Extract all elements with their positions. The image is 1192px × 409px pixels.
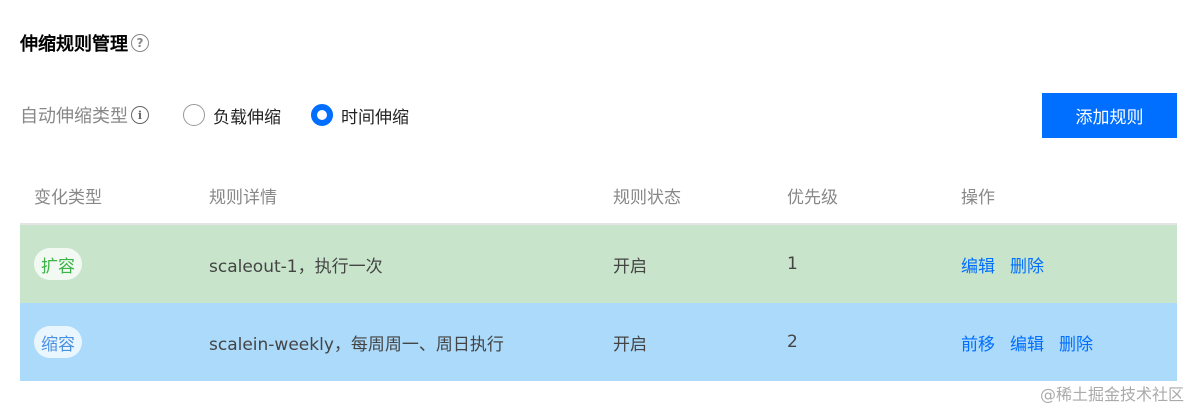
header-priority: 优先级 — [787, 188, 838, 208]
add-rule-button[interactable]: 添加规则 — [1042, 93, 1177, 138]
header-actions: 操作 — [961, 188, 995, 208]
scaling-type-row: 自动伸缩类型 i 负载伸缩 时间伸缩 — [20, 100, 409, 130]
table-header: 变化类型 规则详情 规则状态 优先级 操作 — [20, 168, 1177, 225]
move-up-link[interactable]: 前移 — [961, 330, 995, 355]
scaling-type-label-text: 自动伸缩类型 — [20, 106, 128, 127]
watermark: @稀土掘金技术社区 — [1039, 385, 1184, 404]
info-icon[interactable]: i — [131, 106, 149, 124]
radio-unchecked-icon[interactable] — [183, 104, 205, 126]
page-title: 伸缩规则管理 ? — [20, 28, 149, 58]
radio-load-scaling-label: 负载伸缩 — [213, 107, 281, 128]
change-type-badge: 缩容 — [34, 326, 82, 358]
edit-link[interactable]: 编辑 — [1010, 330, 1044, 355]
change-type-badge: 扩容 — [34, 248, 82, 280]
row-actions: 编辑 删除 — [961, 252, 1044, 277]
table-row: 缩容 scalein-weekly，每周周一、周日执行 开启 2 前移 编辑 删… — [20, 303, 1177, 381]
rule-priority: 1 — [787, 254, 798, 274]
row-actions: 前移 编辑 删除 — [961, 330, 1093, 355]
radio-time-scaling-label: 时间伸缩 — [341, 107, 409, 128]
table-row: 扩容 scaleout-1，执行一次 开启 1 编辑 删除 — [20, 225, 1177, 303]
rules-table: 变化类型 规则详情 规则状态 优先级 操作 扩容 scaleout-1，执行一次… — [20, 168, 1177, 381]
delete-link[interactable]: 删除 — [1059, 330, 1093, 355]
scaling-type-label: 自动伸缩类型 i — [20, 102, 149, 128]
edit-link[interactable]: 编辑 — [961, 252, 995, 277]
rule-detail: scaleout-1，执行一次 — [209, 256, 383, 277]
delete-link[interactable]: 删除 — [1010, 252, 1044, 277]
header-rule-status: 规则状态 — [613, 188, 681, 208]
header-rule-detail: 规则详情 — [209, 188, 277, 208]
help-icon[interactable]: ? — [131, 34, 149, 52]
page-title-text: 伸缩规则管理 — [20, 34, 128, 55]
radio-time-scaling[interactable]: 时间伸缩 — [311, 103, 409, 128]
radio-checked-icon[interactable] — [311, 104, 333, 126]
rule-status: 开启 — [613, 256, 647, 277]
rule-priority: 2 — [787, 332, 798, 352]
rule-detail: scalein-weekly，每周周一、周日执行 — [209, 334, 504, 355]
rule-status: 开启 — [613, 334, 647, 355]
radio-load-scaling[interactable]: 负载伸缩 — [183, 103, 281, 128]
header-change-type: 变化类型 — [34, 188, 102, 208]
